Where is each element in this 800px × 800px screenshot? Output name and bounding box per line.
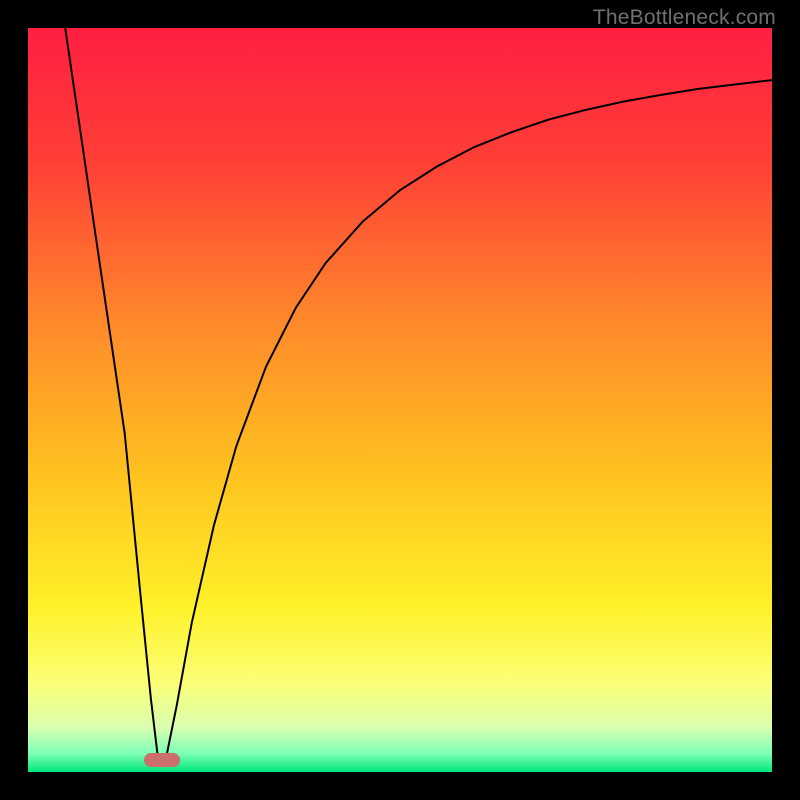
plot-area bbox=[28, 28, 772, 772]
chart-frame: TheBottleneck.com bbox=[0, 0, 800, 800]
curve-left-branch bbox=[65, 28, 158, 760]
watermark-text: TheBottleneck.com bbox=[593, 6, 776, 30]
chart-curve bbox=[28, 28, 772, 772]
minimum-marker bbox=[144, 753, 180, 767]
curve-right-branch bbox=[166, 80, 772, 760]
